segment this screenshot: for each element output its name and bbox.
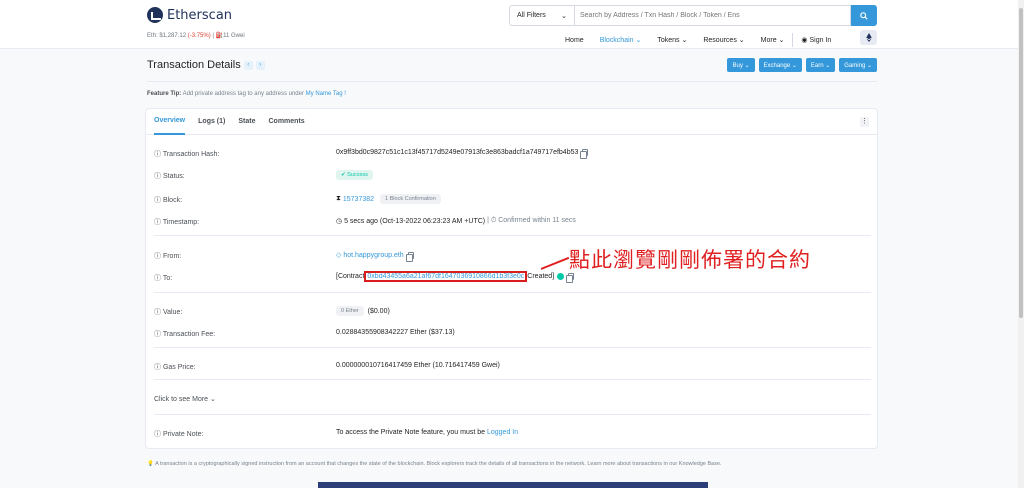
search-input[interactable]	[574, 5, 851, 26]
nav-divider	[792, 33, 794, 47]
feature-tip: Feature Tip: Add private address tag to …	[147, 91, 346, 97]
title-divider	[147, 81, 877, 82]
block-value: ⧗ 15737382 1 Block Confirmation	[336, 194, 441, 204]
to-label: ⓘ To:	[154, 275, 173, 282]
user-icon: ◉	[801, 37, 808, 44]
status-label: ⓘ Status:	[154, 173, 185, 180]
transaction-info-note: 💡 A transaction is a cryptographically s…	[147, 461, 722, 467]
fee-value: 0.02884355908342227 Ether ($37.13)	[336, 329, 455, 336]
copy-icon[interactable]	[580, 149, 589, 159]
tab-state[interactable]: State	[238, 109, 255, 135]
row-divider	[154, 414, 871, 415]
prev-tx-button[interactable]: ‹	[243, 60, 253, 70]
clock-icon: ◷	[336, 218, 343, 225]
tab-bar: Overview Logs (1) State Comments	[146, 109, 877, 135]
eth-price: Eth: $1,287.12 (-3.75%) | ⛽11 Gwei	[147, 33, 245, 39]
row-divider	[154, 379, 871, 380]
ethereum-network-button[interactable]	[860, 30, 877, 45]
tx-hash-value: 0x9ff3bd0c9827c51c1c13f45717d5249e07913f…	[336, 149, 589, 159]
copy-icon[interactable]	[566, 273, 575, 283]
next-tx-button[interactable]: ›	[255, 60, 265, 70]
verified-check-icon	[557, 273, 565, 280]
nav-more[interactable]: More ⌄	[761, 36, 785, 44]
ethereum-icon	[865, 33, 872, 42]
tx-hash-label: ⓘ Transaction Hash:	[154, 151, 220, 158]
transaction-card: Overview Logs (1) State Comments ⋮ ⓘ Tra…	[145, 108, 878, 449]
scrollbar-thumb[interactable]	[1019, 8, 1023, 318]
value-label: ⓘ Value:	[154, 309, 183, 316]
tab-logs[interactable]: Logs (1)	[198, 109, 225, 135]
from-value: ◇ hot.happygroup.eth	[336, 251, 414, 262]
fee-label: ⓘ Transaction Fee:	[154, 331, 216, 338]
etherscan-logo[interactable]: Etherscan	[147, 7, 232, 23]
more-options-icon[interactable]: ⋮	[860, 117, 869, 127]
contract-address-link[interactable]: 0xbd43455a6a21af67df1647036910866d1b3f3e…	[364, 271, 528, 282]
gas-price-value: 0.000000010716417459 Ether (10.716417459…	[336, 362, 500, 369]
etherscan-logo-icon	[147, 7, 163, 23]
search-button[interactable]	[851, 5, 877, 26]
ad-banner[interactable]	[318, 482, 708, 488]
page-title: Transaction Details ‹ ›	[147, 59, 265, 71]
status-value: ✔ Success	[336, 170, 373, 180]
tab-comments[interactable]: Comments	[269, 109, 305, 135]
nav-home[interactable]: Home	[565, 37, 584, 44]
my-name-tag-link[interactable]: My Name Tag !	[306, 91, 346, 97]
main-nav: Home Blockchain ⌄ Tokens ⌄ Resources ⌄ M…	[565, 33, 847, 47]
logo-text: Etherscan	[167, 7, 233, 23]
status-badge: ✔ Success	[336, 170, 373, 180]
search-icon	[860, 11, 868, 20]
block-label: ⓘ Block:	[154, 197, 183, 204]
from-label: ⓘ From:	[154, 253, 182, 260]
top-navbar: Etherscan Eth: $1,287.12 (-3.75%) | ⛽11 …	[0, 0, 1024, 49]
gas-price-label: ⓘ Gas Price:	[154, 364, 196, 371]
search-bar: All Filters ⌄	[509, 5, 877, 26]
tab-overview[interactable]: Overview	[154, 109, 186, 135]
hourglass-icon: ⧗	[336, 195, 341, 202]
value-value: 0 Ether ($0.00)	[336, 306, 390, 316]
block-link[interactable]: 15737382	[343, 196, 374, 203]
timestamp-value: ◷ 5 secs ago (Oct-13-2022 06:23:23 AM +U…	[336, 217, 576, 225]
row-divider	[154, 292, 871, 293]
row-divider	[154, 235, 871, 236]
earn-button[interactable]: Earn ⌄	[805, 58, 836, 72]
value-badge: 0 Ether	[336, 306, 364, 316]
annotation-text: 點此瀏覽剛剛佈署的合約	[569, 248, 811, 272]
ens-icon: ◇	[336, 252, 342, 259]
see-more-link[interactable]: Click to see More ⌄	[154, 395, 216, 403]
nav-blockchain[interactable]: Blockchain ⌄	[600, 36, 642, 44]
block-confirmation-badge: 1 Block Confirmation	[380, 194, 441, 204]
from-address-link[interactable]: hot.happygroup.eth	[343, 252, 403, 259]
nav-signin[interactable]: ◉ Sign In	[801, 36, 831, 44]
nav-tokens[interactable]: Tokens ⌄	[657, 36, 687, 44]
row-divider	[154, 347, 871, 348]
to-value: [Contract 0xbd43455a6a21af67df1647036910…	[336, 271, 575, 283]
exchange-button[interactable]: Exchange ⌄	[758, 58, 802, 72]
buy-button[interactable]: Buy ⌄	[727, 58, 755, 72]
nav-resources[interactable]: Resources ⌄	[703, 36, 744, 44]
filter-select[interactable]: All Filters ⌄	[509, 5, 574, 26]
login-link[interactable]: Logged In	[487, 429, 518, 436]
timestamp-label: ⓘ Timestamp:	[154, 219, 200, 226]
action-buttons: Buy ⌄ Exchange ⌄ Earn ⌄ Gaming ⌄	[723, 58, 877, 72]
private-note-value: To access the Private Note feature, you …	[336, 429, 519, 436]
copy-icon[interactable]	[405, 251, 414, 262]
chevron-down-icon: ⌄	[561, 13, 567, 20]
private-note-label: ⓘ Private Note:	[154, 431, 204, 438]
check-circle-icon: ✔	[341, 172, 346, 178]
gaming-button[interactable]: Gaming ⌄	[839, 58, 877, 72]
